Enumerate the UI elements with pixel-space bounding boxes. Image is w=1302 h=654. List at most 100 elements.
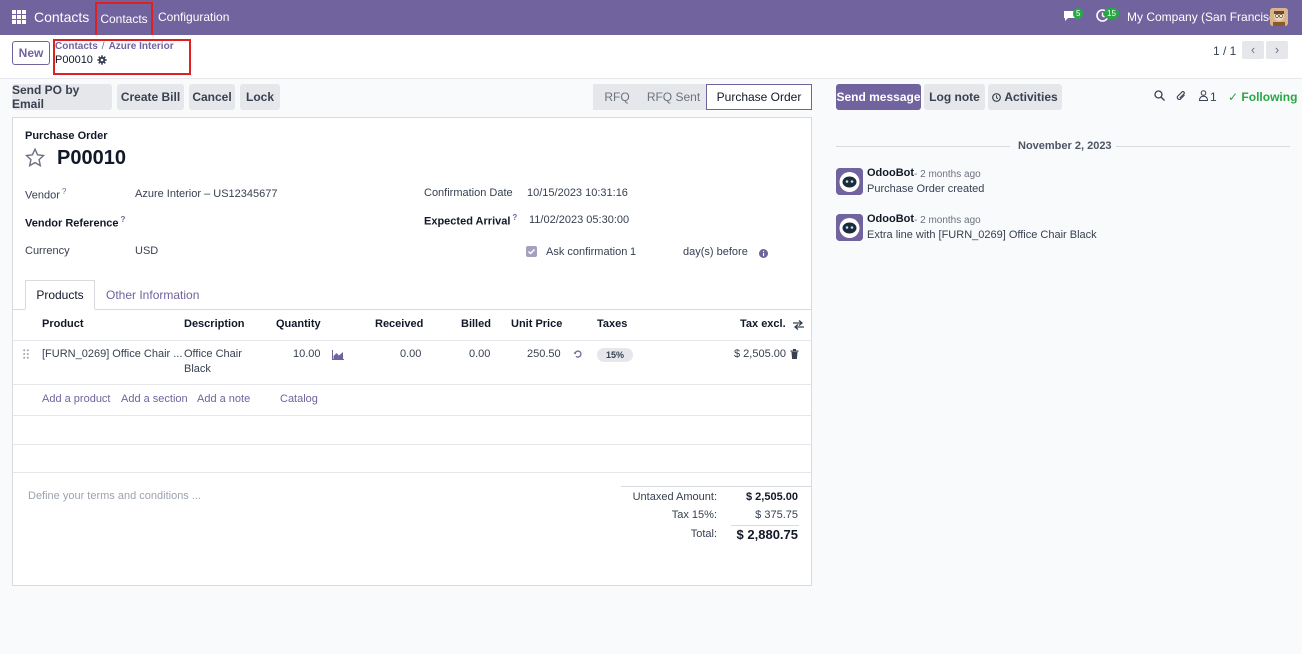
star-icon[interactable]: [25, 148, 45, 167]
status-bar: RFQ RFQ Sent Purchase Order: [593, 84, 812, 110]
app-name[interactable]: Contacts: [34, 9, 89, 25]
history-icon[interactable]: [573, 349, 583, 359]
row-description-line1[interactable]: Office Chair: [184, 348, 242, 360]
info-icon[interactable]: [759, 249, 768, 258]
row-divider: [13, 384, 811, 385]
search-icon[interactable]: [1154, 90, 1165, 101]
pager-value[interactable]: 1 / 1: [1213, 44, 1236, 58]
delete-icon[interactable]: [790, 349, 799, 359]
send-message-button[interactable]: Send message: [836, 84, 921, 110]
totals-top-border: [621, 486, 811, 487]
vendor-label: Vendor?: [25, 187, 67, 202]
followers-icon[interactable]: [1199, 90, 1208, 101]
form-sheet: Purchase Order P00010 Vendor? Azure Inte…: [12, 117, 812, 586]
breadcrumb-azure-interior[interactable]: Azure Interior: [109, 41, 174, 52]
menu-configuration[interactable]: Configuration: [158, 10, 229, 24]
col-product[interactable]: Product: [42, 318, 84, 330]
col-description[interactable]: Description: [184, 318, 245, 330]
row-received[interactable]: 0.00: [400, 348, 421, 360]
date-line-right: [1116, 146, 1290, 147]
row-unit-price[interactable]: 250.50: [527, 348, 561, 360]
message-author[interactable]: OdooBot: [867, 213, 914, 225]
breadcrumb-separator: /: [101, 41, 105, 52]
breadcrumb-contacts[interactable]: Contacts: [55, 41, 98, 52]
vendor-reference-label: Vendor Reference?: [25, 215, 126, 230]
message-time: - 2 months ago: [914, 169, 981, 180]
message-body: Extra line with [FURN_0269] Office Chair…: [867, 229, 1097, 241]
message-author[interactable]: OdooBot: [867, 167, 914, 179]
send-po-email-button[interactable]: Send PO by Email: [12, 83, 112, 111]
tab-other-information[interactable]: Other Information: [106, 288, 199, 302]
col-billed[interactable]: Billed: [461, 318, 491, 330]
vendor-field[interactable]: Azure Interior – US12345677: [135, 188, 277, 200]
tab-products[interactable]: Products: [25, 280, 95, 310]
followers-count[interactable]: 1: [1210, 90, 1217, 104]
odoobot-avatar[interactable]: [836, 214, 863, 241]
ask-days-input[interactable]: 1: [630, 246, 636, 258]
optional-columns-icon[interactable]: [793, 320, 804, 330]
col-tax-excluded[interactable]: Tax excl.: [740, 318, 786, 330]
row-description-line2[interactable]: Black: [184, 363, 211, 375]
status-rfq[interactable]: RFQ: [593, 84, 641, 110]
lock-button[interactable]: Lock: [240, 84, 280, 110]
pager-previous-button[interactable]: ‹: [1242, 41, 1264, 59]
app-grid-icon[interactable]: [12, 10, 26, 24]
total-divider: [731, 525, 799, 526]
expected-arrival-field[interactable]: 11/02/2023 05:30:00: [529, 214, 629, 226]
add-note-link[interactable]: Add a note: [197, 393, 250, 405]
menu-contacts-label: Contacts: [100, 11, 148, 26]
paperclip-icon[interactable]: [1176, 90, 1187, 102]
tax-badge[interactable]: 15%: [597, 348, 633, 362]
col-received[interactable]: Received: [375, 318, 423, 330]
tax-value: $ 375.75: [755, 509, 798, 521]
notebook-tabs: Products Other Information: [13, 280, 811, 310]
currency-field[interactable]: USD: [135, 245, 158, 257]
table-bottom-divider: [13, 472, 811, 473]
check-icon: ✓: [1228, 90, 1239, 104]
odoobot-avatar[interactable]: [836, 168, 863, 195]
confirmation-date-field[interactable]: 10/15/2023 10:31:16: [527, 187, 628, 199]
row-product[interactable]: [FURN_0269] Office Chair ...: [42, 348, 182, 360]
ask-confirmation-label: Ask confirmation: [546, 246, 628, 258]
new-button[interactable]: New: [12, 41, 50, 65]
col-taxes[interactable]: Taxes: [597, 318, 627, 330]
log-note-button[interactable]: Log note: [924, 84, 985, 110]
total-label: Total:: [690, 528, 717, 540]
create-bill-button[interactable]: Create Bill: [117, 84, 184, 110]
menu-contacts[interactable]: Contacts: [95, 2, 153, 39]
col-unit-price[interactable]: Unit Price: [511, 318, 562, 330]
add-product-link[interactable]: Add a product: [42, 393, 111, 405]
record-title: P00010: [55, 54, 107, 66]
forecast-chart-icon[interactable]: [332, 350, 344, 360]
untaxed-amount-label: Untaxed Amount:: [632, 491, 717, 503]
activities-button[interactable]: Activities: [988, 84, 1062, 110]
ask-confirmation-checkbox[interactable]: [526, 246, 537, 257]
messages-badge: 5: [1073, 8, 1084, 19]
message-time: - 2 months ago: [914, 215, 981, 226]
catalog-link[interactable]: Catalog: [280, 393, 318, 405]
row-billed[interactable]: 0.00: [469, 348, 490, 360]
cancel-button[interactable]: Cancel: [189, 84, 235, 110]
ask-days-suffix: day(s) before: [683, 246, 748, 258]
row-quantity[interactable]: 10.00: [293, 348, 321, 360]
breadcrumb: Contacts / Azure Interior: [55, 41, 174, 52]
po-number: P00010: [57, 147, 126, 169]
terms-conditions-input[interactable]: Define your terms and conditions ...: [28, 490, 201, 502]
add-section-link[interactable]: Add a section: [121, 393, 188, 405]
following-button[interactable]: ✓ Following: [1228, 90, 1297, 104]
col-quantity[interactable]: Quantity: [276, 318, 321, 330]
vendor-reference-input[interactable]: [135, 212, 385, 230]
top-navbar: Contacts Contacts Configuration 5 15 My …: [0, 0, 1302, 39]
status-rfq-sent[interactable]: RFQ Sent: [641, 84, 706, 110]
activities-label: Activities: [1004, 90, 1058, 104]
drag-handle-icon[interactable]: [23, 349, 29, 359]
message-body: Purchase Order created: [867, 183, 985, 195]
pager-next-button[interactable]: ›: [1266, 41, 1288, 59]
record-name: P00010: [55, 54, 93, 66]
user-avatar[interactable]: [1270, 8, 1288, 26]
clock-icon: [992, 92, 1002, 102]
untaxed-amount-value: $ 2,505.00: [746, 491, 798, 503]
company-switcher[interactable]: My Company (San Francisco): [1127, 10, 1286, 24]
status-purchase-order[interactable]: Purchase Order: [706, 84, 812, 110]
gear-icon[interactable]: [97, 55, 107, 65]
